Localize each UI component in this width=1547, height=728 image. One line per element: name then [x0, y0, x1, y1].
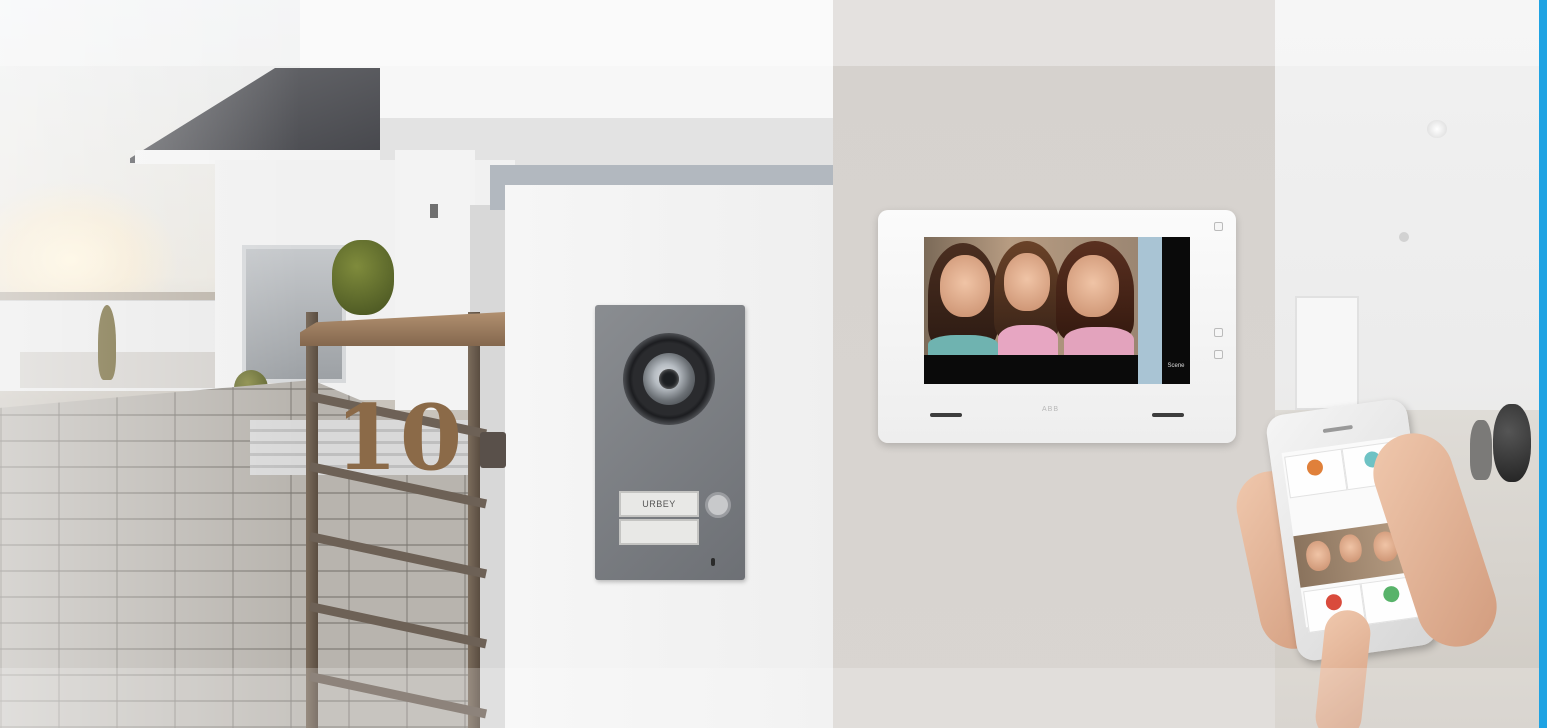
- shirt: [998, 325, 1058, 355]
- nameplate-bottom: [619, 519, 699, 545]
- interior-doorway: [1295, 296, 1359, 410]
- ceiling-light-icon: [1427, 120, 1447, 138]
- call-button-icon[interactable]: [705, 492, 731, 518]
- decor-vase: [1493, 404, 1531, 482]
- gate-latch: [480, 432, 506, 468]
- nameplate-top: URBEY: [619, 491, 699, 517]
- accent-edge: [1539, 0, 1547, 728]
- face: [1337, 532, 1364, 564]
- outdoor-intercom-panel: URBEY: [595, 305, 745, 580]
- screen-sidebar: [1138, 237, 1162, 384]
- bottom-band: [0, 668, 1539, 728]
- microphone-icon: [711, 558, 715, 566]
- face: [940, 255, 990, 317]
- monitor-logo: ABB: [1042, 406, 1060, 413]
- unlock-icon: [1382, 585, 1401, 604]
- app-tile-answer[interactable]: [1284, 448, 1348, 499]
- face: [1067, 255, 1119, 317]
- camera-housing: [623, 333, 715, 425]
- camera-lens-icon: [643, 353, 695, 405]
- unlock-key[interactable]: [1152, 413, 1184, 417]
- gate-top-rail: [300, 312, 505, 346]
- answer-key[interactable]: [930, 413, 962, 417]
- left-light-fade: [0, 0, 300, 728]
- visitor-video-feed: [924, 237, 1138, 355]
- gate-bar: [309, 602, 488, 649]
- top-band: [0, 0, 1539, 66]
- intercom-scene: 10 URBEY Scene ABB: [0, 0, 1547, 728]
- screen-menu-label[interactable]: Scene: [1166, 363, 1186, 369]
- face: [1004, 253, 1050, 311]
- shirt: [928, 335, 998, 355]
- hangup-icon: [1324, 593, 1343, 612]
- monitor-screen: Scene: [924, 237, 1190, 384]
- settings-icon[interactable]: [1214, 350, 1223, 359]
- gate-bar: [309, 532, 488, 579]
- face: [1304, 539, 1333, 573]
- shirt: [1064, 327, 1134, 355]
- answer-icon: [1305, 458, 1324, 477]
- decor-vase: [1470, 420, 1492, 480]
- phone-speaker: [1322, 424, 1353, 434]
- metal-gate: [300, 312, 506, 728]
- topiary-tree: [332, 240, 394, 315]
- ceiling-light-icon: [1399, 232, 1409, 242]
- wall-lamp-icon: [430, 204, 438, 218]
- gate-post: [306, 312, 318, 728]
- power-icon[interactable]: [1214, 222, 1223, 231]
- camera-aperture: [659, 369, 679, 389]
- house-number: 10: [335, 385, 465, 491]
- gate-post: [468, 312, 480, 728]
- video-monitor: Scene ABB: [878, 210, 1236, 443]
- mute-icon[interactable]: [1214, 328, 1223, 337]
